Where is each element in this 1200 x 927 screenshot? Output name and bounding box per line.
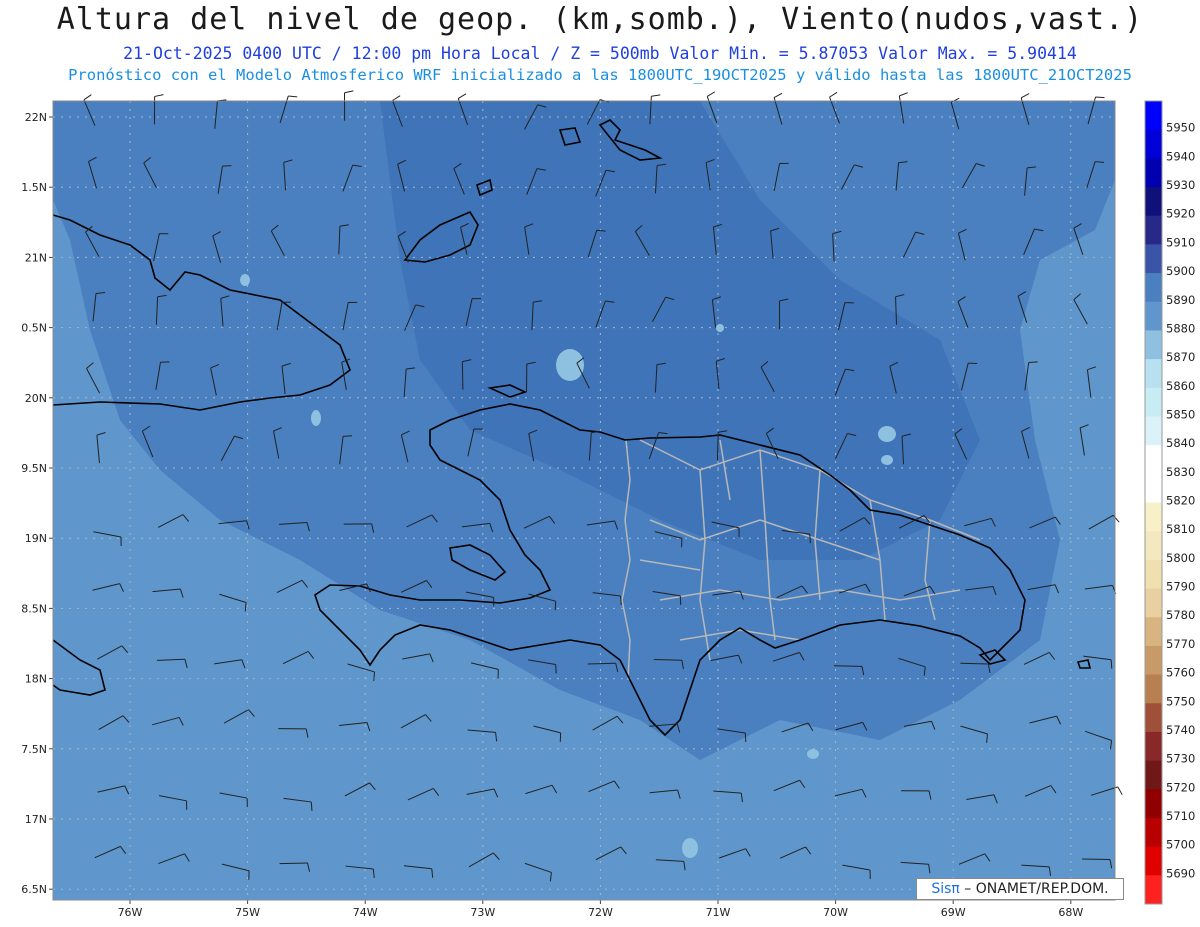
colorbar-segment (1145, 531, 1162, 561)
colorbar-label: 5760 (1166, 666, 1195, 680)
lon-label: 68W (1058, 906, 1083, 919)
colorbar-label: 5720 (1166, 780, 1195, 794)
longitude-labels: 76W 75W 74W 73W 72W 71W 70W 69W 68W (118, 900, 1083, 919)
colorbar-segment (1145, 703, 1162, 733)
colorbar-segment (1145, 789, 1162, 819)
colorbar-label: 5910 (1166, 235, 1195, 249)
colorbar-segment (1145, 416, 1162, 446)
colorbar-label: 5810 (1166, 522, 1195, 536)
colorbar-label: 5860 (1166, 379, 1195, 393)
colorbar-segment (1145, 846, 1162, 876)
credit-sis: Sisπ (931, 881, 960, 897)
colorbar-segment (1145, 817, 1162, 848)
lat-label: 21N (25, 251, 47, 264)
colorbar-segment (1145, 301, 1162, 331)
colorbar-segment (1145, 617, 1162, 647)
colorbar-segment (1145, 731, 1162, 762)
lon-label: 76W (118, 906, 143, 919)
colorbar-label: 5950 (1166, 121, 1195, 135)
colorbar-segment (1145, 158, 1162, 188)
colorbar-label: 5690 (1166, 866, 1195, 880)
colorbar-segment (1145, 244, 1162, 274)
colorbar-label: 5770 (1166, 637, 1195, 651)
colorbar: 5950 5940 5930 5920 5910 5900 5890 5880 5870 5860… (1144, 100, 1195, 905)
colorbar-segment (1145, 502, 1162, 532)
colorbar-label: 5700 (1166, 838, 1195, 852)
colorbar-label: 5850 (1166, 407, 1195, 421)
credit-box: Sisπ – ONAMET/REP.DOM. (916, 878, 1124, 900)
lat-label: 0.5N (21, 322, 47, 335)
colorbar-label: 5730 (1166, 752, 1195, 766)
colorbar-segment (1145, 875, 1162, 905)
colorbar-segment (1145, 330, 1162, 360)
lat-label: 9.5N (21, 462, 47, 475)
colorbar-label: 5940 (1166, 149, 1195, 163)
lat-label: 6.5N (21, 883, 47, 896)
colorbar-label: 5780 (1166, 608, 1195, 622)
colorbar-label: 5750 (1166, 694, 1195, 708)
forecast-map: 22N 1.5N 21N 0.5N 20N 9.5N 19N 8.5N 18N 7.5N 17N 6.… (21, 90, 1195, 919)
lon-label: 69W (941, 906, 966, 919)
lat-label: 1.5N (21, 181, 47, 194)
lon-label: 70W (823, 906, 848, 919)
colorbar-segment (1145, 445, 1162, 475)
colorbar-label: 5830 (1166, 465, 1195, 479)
colorbar-segment (1145, 760, 1162, 790)
lon-label: 72W (588, 906, 613, 919)
lat-label: 19N (25, 532, 47, 545)
colorbar-label: 5840 (1166, 436, 1195, 450)
latitude-labels: 22N 1.5N 21N 0.5N 20N 9.5N 19N 8.5N 18N 7.5N 17N 6.… (21, 111, 53, 896)
colorbar-segment (1145, 187, 1162, 217)
colorbar-label: 5800 (1166, 551, 1195, 565)
colorbar-label: 5710 (1166, 809, 1195, 823)
colorbar-segment (1145, 359, 1162, 389)
lat-label: 17N (25, 813, 47, 826)
credit-org: – ONAMET/REP.DOM. (959, 881, 1109, 897)
colorbar-segment (1145, 588, 1162, 618)
colorbar-segment (1145, 674, 1162, 704)
colorbar-segment (1145, 273, 1162, 303)
lon-label: 71W (706, 906, 731, 919)
lat-label: 20N (25, 392, 47, 405)
colorbar-label: 5740 (1166, 723, 1195, 737)
colorbar-label: 5790 (1166, 580, 1195, 594)
lat-label: 22N (25, 111, 47, 124)
lat-label: 18N (25, 673, 47, 686)
lon-label: 75W (235, 906, 260, 919)
colorbar-segment (1145, 101, 1162, 131)
colorbar-label: 5870 (1166, 350, 1195, 364)
colorbar-segment (1145, 129, 1162, 159)
colorbar-label: 5820 (1166, 494, 1195, 508)
colorbar-segment (1145, 645, 1162, 676)
lon-label: 73W (470, 906, 495, 919)
colorbar-label: 5930 (1166, 178, 1195, 192)
lat-label: 7.5N (21, 743, 47, 756)
colorbar-label: 5920 (1166, 207, 1195, 221)
lon-label: 74W (353, 906, 378, 919)
lat-label: 8.5N (21, 602, 47, 615)
colorbar-label: 5880 (1166, 321, 1195, 335)
colorbar-label: 5890 (1166, 293, 1195, 307)
colorbar-segment (1145, 473, 1162, 503)
colorbar-label: 5900 (1166, 264, 1195, 278)
colorbar-segment (1145, 387, 1162, 417)
colorbar-segment (1145, 215, 1162, 245)
colorbar-segment (1145, 559, 1162, 590)
